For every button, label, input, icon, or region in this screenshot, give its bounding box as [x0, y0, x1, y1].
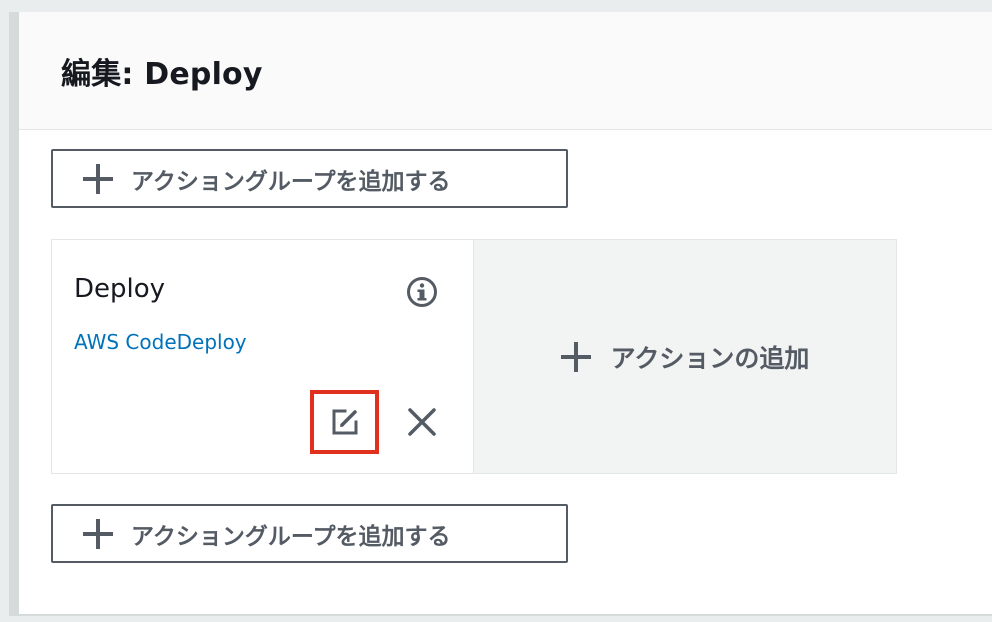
- plus-icon: [83, 163, 113, 194]
- panel-header: 編集: Deploy: [19, 12, 992, 130]
- add-action-group-button-top[interactable]: アクショングループを追加する: [51, 149, 568, 208]
- add-action-label: アクションの追加: [610, 343, 810, 373]
- edit-icon: [332, 409, 357, 435]
- edit-action-button[interactable]: [310, 390, 379, 454]
- plus-icon: [83, 518, 113, 549]
- action-group-row: Deploy AWS CodeDeploy アクションの追加: [51, 239, 897, 474]
- action-provider-link[interactable]: AWS CodeDeploy: [74, 330, 247, 354]
- action-name: Deploy: [74, 274, 166, 304]
- info-icon[interactable]: [406, 276, 438, 308]
- add-action-button[interactable]: アクションの追加: [474, 240, 896, 473]
- plus-icon: [560, 341, 591, 372]
- close-icon[interactable]: [405, 405, 439, 439]
- page-title: 編集: Deploy: [61, 56, 263, 92]
- action-card: Deploy AWS CodeDeploy: [52, 240, 474, 473]
- add-action-group-label: アクショングループを追加する: [131, 168, 451, 195]
- add-action-group-button-bottom[interactable]: アクショングループを追加する: [51, 504, 568, 563]
- add-action-group-label: アクショングループを追加する: [131, 523, 451, 550]
